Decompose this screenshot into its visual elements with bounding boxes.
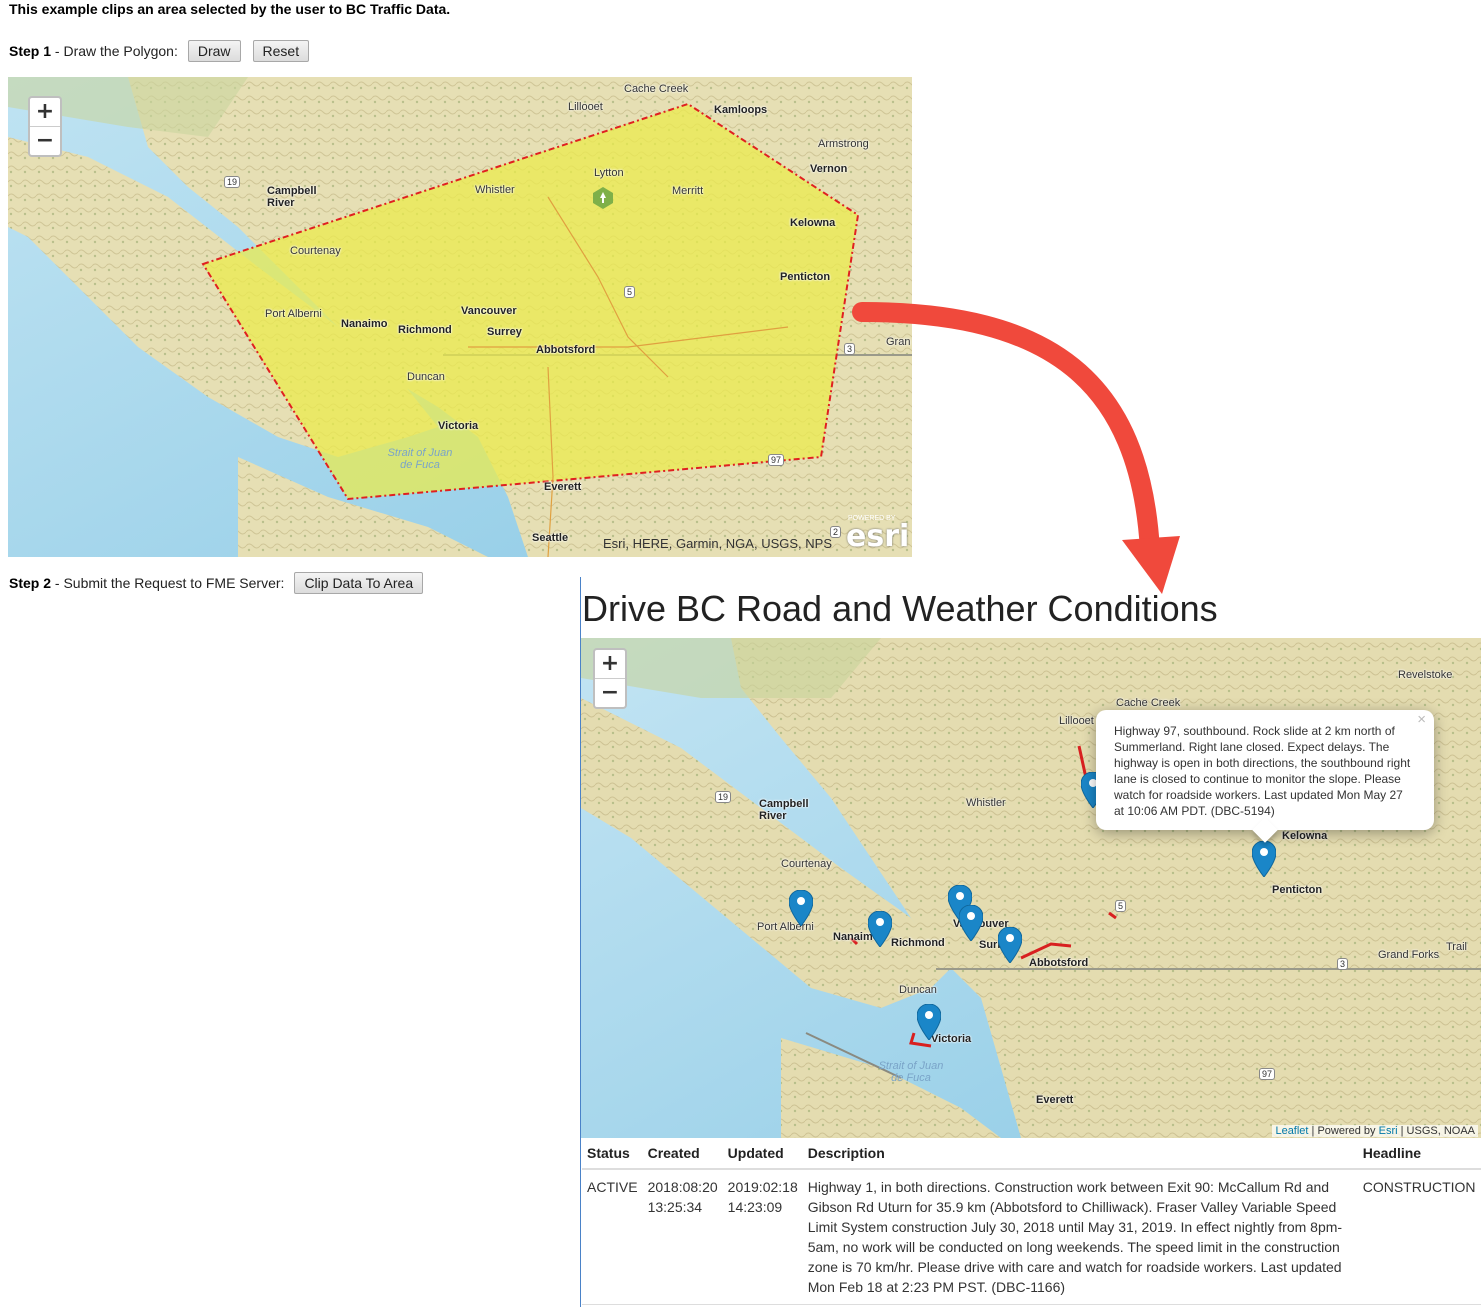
map-attribution: Esri, HERE, Garmin, NGA, USGS, NPS	[603, 536, 832, 551]
incident-popup: Highway 97, southbound. Rock slide at 2 …	[1096, 710, 1434, 843]
zoom-in-button[interactable]: +	[30, 98, 60, 126]
column-header-created: Created	[642, 1140, 723, 1170]
cell-description: Highway 1, in both directions. Construct…	[802, 1169, 1358, 1305]
selection-map-zoom-control: + −	[28, 96, 62, 157]
park-icon	[593, 187, 613, 209]
zoom-out-button[interactable]: −	[595, 678, 625, 707]
step-1-text: - Draw the Polygon:	[51, 43, 178, 59]
cell-updated-time: 14:23:09	[727, 1199, 783, 1215]
city-whistler: Whistler	[966, 797, 1006, 809]
city-vancouver: Vancouver	[461, 305, 517, 317]
zoom-out-button[interactable]: −	[30, 126, 60, 155]
cell-created-time: 13:25:34	[647, 1199, 703, 1215]
column-header-description: Description	[802, 1140, 1358, 1170]
step-1-row: Step 1 - Draw the Polygon: Draw Reset	[9, 40, 310, 62]
leaflet-link[interactable]: Leaflet	[1275, 1125, 1308, 1137]
highway-shield-19: 19	[715, 791, 732, 803]
city-vernon: Vernon	[810, 163, 848, 175]
city-cache-creek: Cache Creek	[624, 83, 689, 95]
step-2-text: - Submit the Request to FME Server:	[51, 575, 285, 591]
incident-marker[interactable]	[868, 911, 892, 947]
step-1-label: Step 1	[9, 43, 52, 59]
city-victoria: Victoria	[438, 420, 479, 432]
cell-created-date: 2018:08:20	[647, 1179, 718, 1195]
city-courtenay: Courtenay	[781, 858, 832, 870]
results-title: Drive BC Road and Weather Conditions	[582, 588, 1218, 629]
cell-updated-date: 2019:02:18	[727, 1179, 798, 1195]
city-lillooet: Lillooet	[1059, 715, 1094, 727]
city-kelowna: Kelowna	[790, 217, 836, 229]
selection-map-base	[8, 77, 912, 557]
city-nanaimo: Nanaimo	[341, 318, 388, 330]
city-penticton: Penticton	[780, 271, 831, 283]
city-everett: Everett	[1036, 1094, 1074, 1106]
city-penticton: Penticton	[1272, 884, 1323, 896]
incident-marker[interactable]	[959, 905, 983, 941]
cell-created: 2018:08:20 13:25:34	[642, 1169, 723, 1305]
highway-shield-19: 19	[224, 176, 241, 188]
city-merritt: Merritt	[672, 185, 704, 197]
draw-button[interactable]: Draw	[187, 40, 241, 62]
selection-map[interactable]: Cache Creek Lillooet Kamloops Armstrong …	[8, 77, 912, 557]
highway-shield-3: 3	[1337, 958, 1349, 970]
incident-marker[interactable]	[789, 890, 813, 926]
clip-data-button[interactable]: Clip Data To Area	[294, 572, 424, 594]
city-cache-creek: Cache Creek	[1116, 697, 1181, 709]
table-header-row: Status Created Updated Description Headl…	[582, 1140, 1481, 1170]
zoom-in-button[interactable]: +	[595, 650, 625, 678]
city-courtenay: Courtenay	[290, 245, 341, 257]
events-table: Status Created Updated Description Headl…	[582, 1140, 1481, 1305]
incident-marker[interactable]	[917, 1004, 941, 1040]
esri-link[interactable]: Esri	[1379, 1125, 1398, 1137]
water-label-strait: Strait of Juan de Fuca	[878, 1060, 944, 1084]
incident-marker[interactable]	[1252, 841, 1276, 877]
city-campbell-river: Campbell River	[267, 185, 317, 209]
step-2-label: Step 2	[9, 575, 52, 591]
city-duncan: Duncan	[407, 371, 445, 383]
step-2-row: Step 2 - Submit the Request to FME Serve…	[9, 572, 424, 594]
city-campbell-river: Campbell River	[759, 798, 809, 822]
incident-marker[interactable]	[998, 927, 1022, 963]
table-row: ACTIVE 2018:08:20 13:25:34 2019:02:18 14:2…	[582, 1169, 1481, 1305]
city-kelowna: Kelowna	[1282, 830, 1328, 842]
city-grand-forks: Grand Forks	[1378, 949, 1440, 961]
city-abbotsford: Abbotsford	[536, 344, 596, 356]
column-header-updated: Updated	[722, 1140, 803, 1170]
city-richmond: Richmond	[891, 937, 945, 949]
attribution-sep: | Powered by	[1308, 1125, 1379, 1137]
city-everett: Everett	[544, 481, 582, 493]
city-lillooet: Lillooet	[568, 101, 603, 113]
cell-status: ACTIVE	[582, 1169, 643, 1305]
city-surrey: Surrey	[487, 326, 522, 338]
highway-shield-97: 97	[1259, 1068, 1276, 1080]
intro-text: This example clips an area selected by t…	[9, 1, 451, 17]
city-lytton: Lytton	[594, 167, 624, 179]
results-map-zoom-control: + −	[593, 648, 627, 709]
city-kamloops: Kamloops	[714, 104, 768, 116]
city-whistler: Whistler	[475, 184, 515, 196]
close-icon[interactable]: ×	[1417, 711, 1426, 728]
city-port-alberni: Port Alberni	[265, 308, 322, 320]
map-attribution: Leaflet | Powered by Esri | USGS, NOAA	[1272, 1125, 1478, 1137]
city-trail: Trail	[1446, 941, 1467, 953]
cell-headline: CONSTRUCTION	[1357, 1169, 1481, 1305]
city-duncan: Duncan	[899, 984, 937, 996]
incident-popup-text: Highway 97, southbound. Rock slide at 2 …	[1114, 724, 1411, 818]
reset-button[interactable]: Reset	[252, 40, 310, 62]
city-richmond: Richmond	[398, 324, 452, 336]
arrow-graphic	[852, 302, 1180, 594]
city-seattle: Seattle	[532, 532, 569, 544]
city-armstrong: Armstrong	[818, 138, 869, 150]
attribution-rest: | USGS, NOAA	[1397, 1125, 1475, 1137]
city-abbotsford: Abbotsford	[1029, 957, 1089, 969]
column-header-headline: Headline	[1357, 1140, 1481, 1170]
highway-shield-5: 5	[1115, 900, 1127, 912]
highway-shield-97: 97	[768, 454, 785, 466]
column-header-status: Status	[582, 1140, 643, 1170]
water-label-strait: Strait of Juan de Fuca	[387, 447, 453, 471]
city-revelstoke: Revelstoke	[1398, 669, 1453, 681]
highway-shield-5: 5	[624, 286, 636, 298]
cell-updated: 2019:02:18 14:23:09	[722, 1169, 803, 1305]
